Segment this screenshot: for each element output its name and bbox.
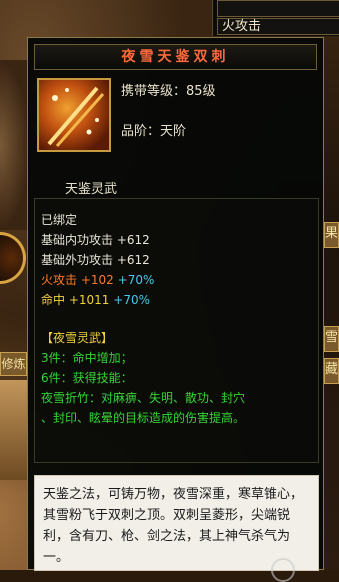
- skill-description: 、封印、眩晕的目标造成的伤害提高。: [41, 411, 246, 425]
- stat-value: +1011: [68, 293, 110, 307]
- skill-description: 夜雪折竹：对麻痹、失明、散功、封穴: [41, 391, 246, 405]
- right-tab-3[interactable]: 藏: [324, 358, 339, 384]
- stat-bonus: +70%: [117, 273, 155, 287]
- attr-row-fire-attack: 火攻击: [217, 18, 339, 35]
- set-bonus-3: 3件：命中增加；: [41, 351, 133, 365]
- stat-value: +102: [80, 273, 114, 287]
- carry-level: 携带等级：85级: [121, 84, 216, 99]
- item-lore: 天鉴之法，可铸万物，夜雪深重，寒草锥心，其雪粉飞于双刺之顶。双刺呈菱形，尖端锐利…: [34, 475, 319, 571]
- item-name: 夜雪天鉴双刺: [34, 44, 317, 70]
- stat-value: +612: [116, 233, 150, 247]
- bound-status: 已绑定: [41, 213, 78, 227]
- attribute-panel: 火攻击: [212, 0, 339, 36]
- background-decoration: [0, 60, 30, 230]
- background-decoration: [0, 380, 28, 480]
- stat-row: 命中 +1011 +70%: [41, 291, 150, 308]
- right-tab-2[interactable]: 雪: [324, 326, 339, 352]
- tab-label: 藏: [325, 362, 339, 377]
- item-subtitle: 天鉴灵武: [65, 182, 118, 197]
- stat-row: 基础内功攻击 +612: [41, 231, 150, 248]
- tab-label: 雪: [325, 330, 339, 345]
- attr-row: [217, 0, 339, 17]
- stat-name: 火攻击: [41, 273, 78, 287]
- item-grade: 品阶：天阶: [121, 124, 187, 139]
- stat-name: 基础外功攻击: [41, 253, 114, 267]
- stat-row: 基础外功攻击 +612: [41, 251, 150, 268]
- right-tab-1[interactable]: 果: [324, 222, 339, 248]
- left-tab-practice[interactable]: 修炼: [0, 352, 27, 376]
- stat-value: +612: [116, 253, 150, 267]
- item-tooltip: 夜雪天鉴双刺 携带等级：85级 品阶：天阶 天鉴灵武 已绑定 基础内功攻击 +6…: [27, 37, 324, 582]
- stat-bonus: +70%: [113, 293, 150, 307]
- set-title: 【夜雪灵武】: [41, 331, 114, 345]
- stat-name: 命中: [41, 293, 66, 307]
- attr-label: 火攻击: [222, 19, 262, 34]
- tab-label: 修炼: [1, 357, 26, 371]
- tab-label: 果: [325, 226, 339, 241]
- attribute-box: 已绑定 基础内功攻击 +612 基础外功攻击 +612 火攻击 +102 +70…: [34, 198, 319, 463]
- stat-row: 火攻击 +102 +70%: [41, 271, 154, 288]
- watermark-icon: [271, 558, 295, 582]
- set-bonus-6: 6件：获得技能：: [41, 371, 133, 385]
- dual-dagger-icon: [37, 78, 111, 152]
- stat-name: 基础内功攻击: [41, 233, 114, 247]
